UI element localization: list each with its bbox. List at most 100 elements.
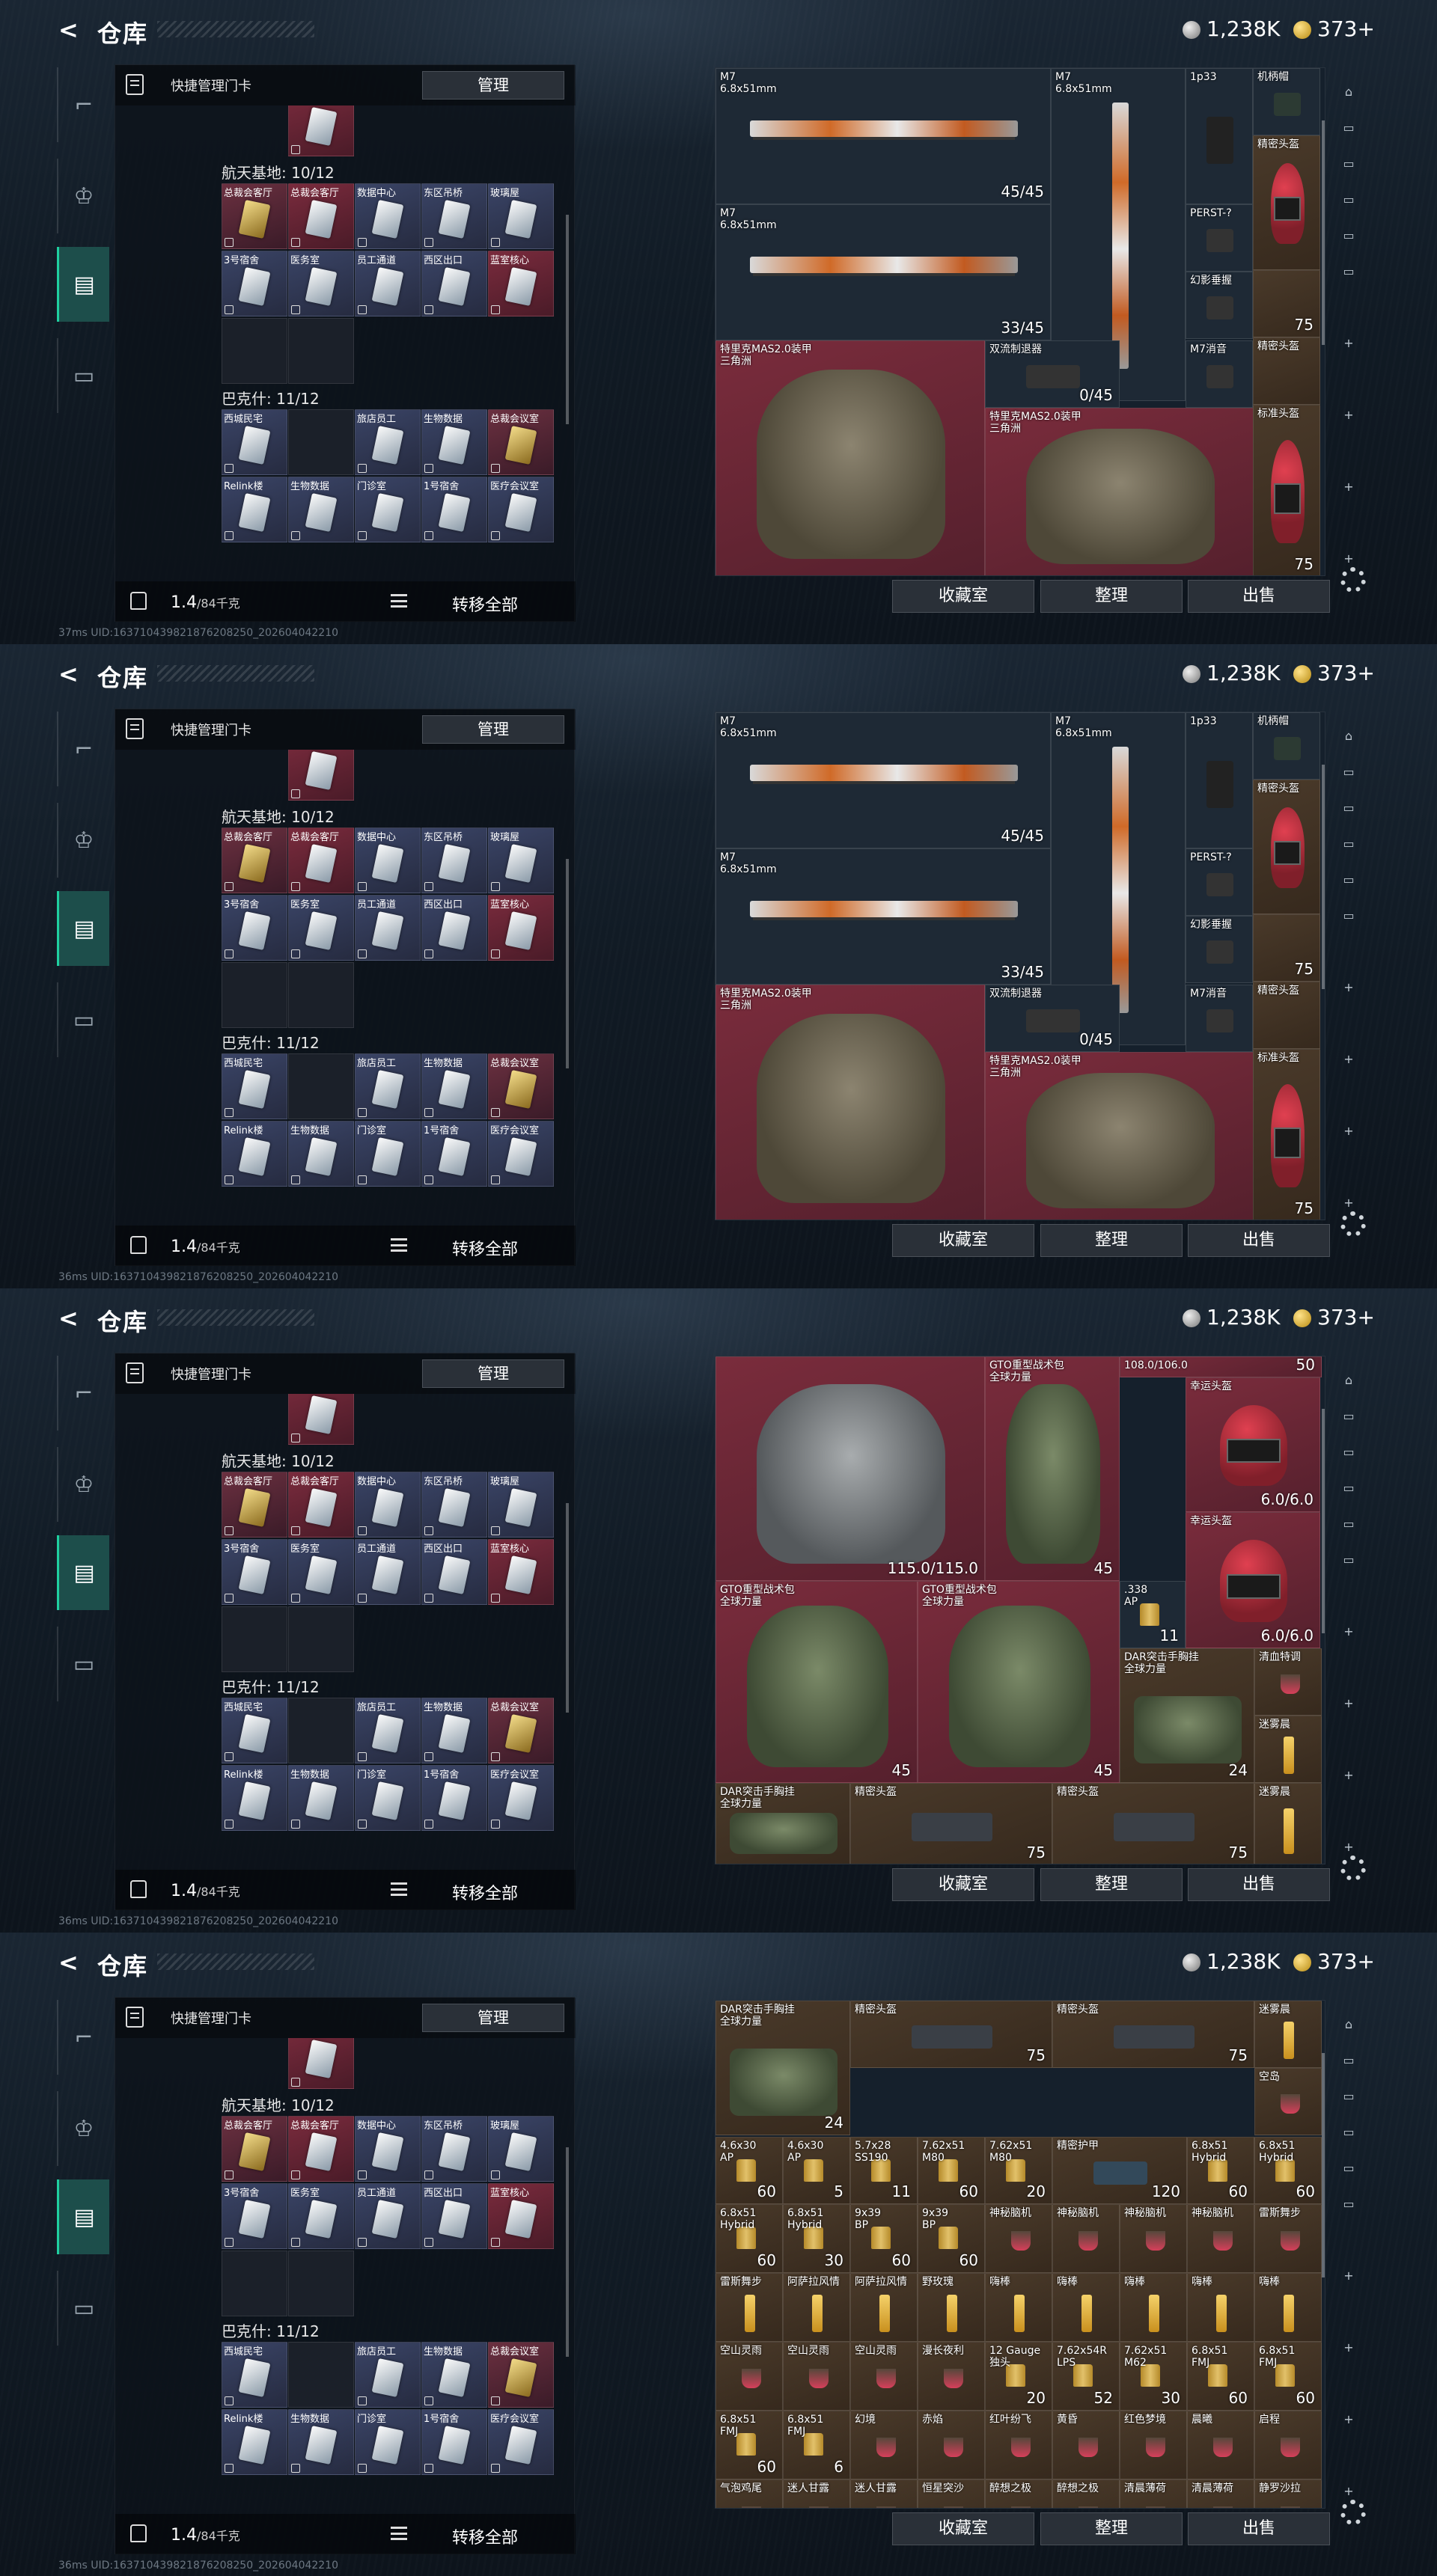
list-icon[interactable] (391, 1238, 407, 1252)
keycard-slot[interactable]: 西城民宅 (222, 409, 287, 475)
keycard-slot[interactable]: 总裁会客厅 (222, 183, 287, 249)
inventory-item[interactable]: 醉想之极 (1052, 2479, 1120, 2508)
inventory-item[interactable]: GTO重型战术包 全球力量 45 (918, 1581, 1120, 1783)
inventory-item[interactable]: 6.8x51 FMJ 60 (1254, 2342, 1322, 2411)
add-icon[interactable]: + (1333, 400, 1364, 431)
inventory-item[interactable]: 黄昏 (1052, 2411, 1120, 2479)
keycard-slot[interactable]: 蓝室核心 (488, 2183, 554, 2249)
tab-icon[interactable]: ▭ (1333, 900, 1364, 931)
inventory-item[interactable]: 双流制退器 0/45 (985, 985, 1120, 1052)
inventory-item[interactable]: 幻影垂握 (1186, 272, 1253, 339)
keycard-slot[interactable]: 医疗会议室 (488, 2409, 554, 2475)
inventory-item[interactable]: 幸运头盔 6.0/6.0 (1186, 1512, 1320, 1648)
keycard-slot[interactable]: 门诊室 (355, 1121, 421, 1187)
organize-button[interactable]: 整理 (1040, 2512, 1183, 2545)
keycard-slot[interactable]: 总裁会客厅 (288, 1472, 354, 1538)
category-tab-gun[interactable]: ⌐ (57, 1356, 109, 1431)
transfer-all-button[interactable]: 转移全部 (452, 1236, 518, 1260)
back-arrow-icon[interactable]: < (58, 1305, 82, 1332)
back-arrow-icon[interactable]: < (58, 661, 82, 688)
inventory-item[interactable]: 恒星突沙 (918, 2479, 985, 2508)
empty-slot[interactable] (288, 1698, 354, 1763)
settings-gear-icon[interactable] (1340, 1855, 1366, 1881)
keycard-slot[interactable]: 蓝室核心 (488, 1539, 554, 1605)
inventory-item[interactable]: PERST-? (1186, 848, 1253, 916)
scrollbar[interactable] (1322, 765, 1325, 989)
category-tab-helmet[interactable]: ♔ (57, 2091, 109, 2166)
inventory-item[interactable]: 9x39 BP 60 (918, 2204, 985, 2273)
inventory-item[interactable]: DAR突击手胸挂 全球力量 24 (716, 2001, 850, 2135)
inventory-item[interactable]: 特里克MAS2.0装甲 三角洲 (716, 340, 985, 575)
add-icon[interactable]: + (1333, 1616, 1364, 1648)
inventory-item[interactable]: 幸运头盔 6.0/6.0 (1186, 1377, 1320, 1512)
category-tab-case[interactable]: ▭ (57, 2271, 109, 2346)
add-icon[interactable]: + (1333, 2404, 1364, 2435)
organize-button[interactable]: 整理 (1040, 1868, 1183, 1901)
manage-button[interactable]: 管理 (422, 71, 564, 100)
tab-icon[interactable]: ▭ (1333, 864, 1364, 896)
keycard-slot[interactable]: 玻璃屋 (488, 827, 554, 893)
keycard-slot[interactable]: 总裁会客厅 (222, 2116, 287, 2182)
keycard-slot[interactable]: 医务室 (288, 251, 354, 316)
inventory-item[interactable]: 机柄帽 (1253, 712, 1320, 780)
sell-button[interactable]: 出售 (1188, 1224, 1330, 1257)
keycard-slot[interactable]: 门诊室 (355, 1765, 421, 1831)
tab-icon[interactable]: ▭ (1333, 2081, 1364, 2112)
storage-icon[interactable]: ⌂ (1333, 76, 1364, 108)
inventory-item[interactable]: 雷斯舞步 (716, 2273, 783, 2342)
keycard-slot[interactable]: 西区出口 (421, 895, 487, 961)
add-icon[interactable]: + (1333, 1688, 1364, 1719)
storage-icon[interactable]: ⌂ (1333, 1365, 1364, 1396)
keycard-slot[interactable]: 总裁会客厅 (288, 827, 354, 893)
scrollbar[interactable] (1322, 2053, 1325, 2277)
tab-icon[interactable]: ▭ (1333, 2153, 1364, 2184)
category-tab-gun[interactable]: ⌐ (57, 712, 109, 786)
empty-slot[interactable] (288, 1606, 354, 1672)
organize-button[interactable]: 整理 (1040, 1224, 1183, 1257)
keycard-slot[interactable]: 医务室 (288, 1539, 354, 1605)
keycard-slot[interactable]: 数据中心 (355, 183, 421, 249)
keycard-slot[interactable]: 技术室 (288, 750, 354, 801)
keycard-slot[interactable]: 东区吊桥 (421, 2116, 487, 2182)
keycard-slot[interactable]: 东区吊桥 (421, 1472, 487, 1538)
keycard-slot[interactable]: 生物数据 (421, 1053, 487, 1119)
keycard-slot[interactable]: 生物数据 (288, 1121, 354, 1187)
storage-icon[interactable]: ⌂ (1333, 721, 1364, 752)
inventory-item[interactable]: 空山灵雨 (850, 2342, 918, 2411)
empty-slot[interactable] (288, 962, 354, 1028)
empty-slot[interactable] (288, 409, 354, 475)
inventory-item[interactable]: 9x39 BP 60 (850, 2204, 918, 2273)
keycard-slot[interactable]: 3号宿舍 (222, 1539, 287, 1605)
inventory-item[interactable]: 迷人甘露 (850, 2479, 918, 2508)
keycard-slot[interactable]: 西区出口 (421, 251, 487, 316)
keycard-slot[interactable]: 生物数据 (288, 2409, 354, 2475)
inventory-item[interactable]: 漫长夜利 (918, 2342, 985, 2411)
collection-room-button[interactable]: 收藏室 (892, 1224, 1034, 1257)
inventory-item[interactable]: 标准头盔 75 (1253, 1049, 1320, 1220)
inventory-item[interactable]: 6.8x51 FMJ 6 (783, 2411, 850, 2479)
keycard-slot[interactable]: 技术室 (288, 1394, 354, 1445)
inventory-item[interactable]: 幻境 (850, 2411, 918, 2479)
inventory-item[interactable]: 空山灵雨 (783, 2342, 850, 2411)
keycard-slot[interactable]: 门诊室 (355, 477, 421, 542)
category-tab-case[interactable]: ▭ (57, 1627, 109, 1701)
m-icon[interactable]: ▭ (1333, 1401, 1364, 1432)
sell-button[interactable]: 出售 (1188, 580, 1330, 613)
transfer-all-button[interactable]: 转移全部 (452, 2524, 518, 2548)
inventory-item[interactable]: 清晨薄荷 (1120, 2479, 1187, 2508)
keycard-slot[interactable]: 3号宿舍 (222, 895, 287, 961)
keycard-slot[interactable]: 玻璃屋 (488, 2116, 554, 2182)
inventory-item[interactable]: 启程 (1254, 2411, 1322, 2479)
keycard-slot[interactable]: 东区吊桥 (421, 183, 487, 249)
category-tab-keycard[interactable]: ▤ (57, 1535, 109, 1610)
inventory-item[interactable]: 空岛 (1254, 2068, 1322, 2135)
empty-slot[interactable] (222, 1606, 287, 1672)
inventory-item[interactable]: 6.8x51 FMJ 60 (1187, 2342, 1254, 2411)
scrollbar[interactable] (566, 859, 569, 1068)
inventory-item[interactable]: 神秘脑机 (1187, 2204, 1254, 2273)
add-icon[interactable]: + (1333, 2332, 1364, 2364)
keycard-slot[interactable]: 总裁会客厅 (288, 2116, 354, 2182)
tab-icon[interactable]: ▭ (1333, 1508, 1364, 1540)
settings-gear-icon[interactable] (1340, 567, 1366, 593)
list-icon[interactable] (391, 594, 407, 608)
